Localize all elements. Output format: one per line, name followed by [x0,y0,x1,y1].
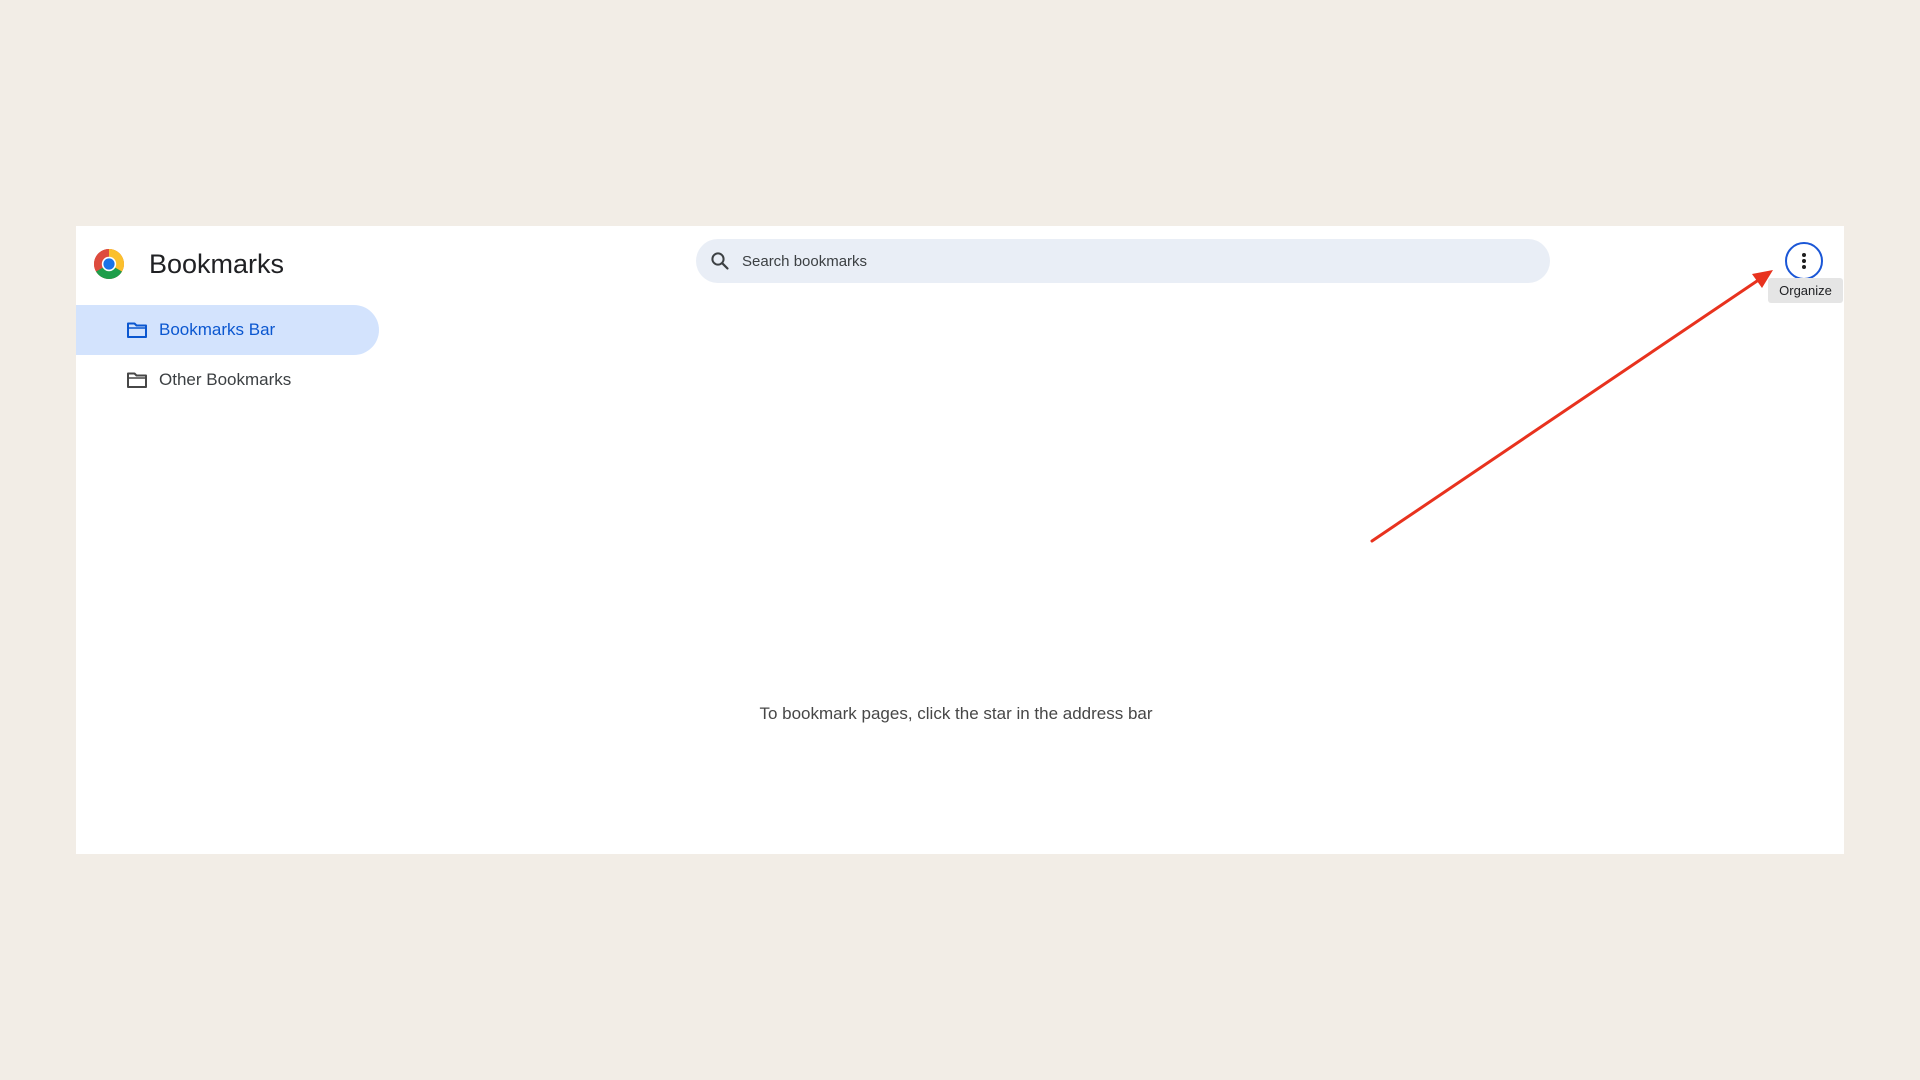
search-bar[interactable] [696,239,1550,283]
search-input[interactable] [740,251,1504,271]
folder-icon [127,372,147,388]
page-title: Bookmarks [149,249,285,279]
more-vertical-icon [1802,253,1806,269]
sidebar-item-bookmarks-bar[interactable]: Bookmarks Bar [76,305,379,355]
sidebar-item-label: Other Bookmarks [159,370,292,389]
bookmarks-window: Bookmarks Organize Bookmarks Bar [76,226,1844,854]
organize-tooltip: Organize [1768,278,1843,303]
folder-icon [127,322,147,338]
empty-state-message: To bookmark pages, click the star in the… [759,704,1153,723]
search-icon [711,252,729,270]
organize-menu-button[interactable] [1785,242,1823,280]
sidebar-item-label: Bookmarks Bar [159,320,276,339]
sidebar-item-other-bookmarks[interactable]: Other Bookmarks [76,355,379,405]
sidebar: Bookmarks Bar Other Bookmarks [76,305,379,405]
chrome-logo-icon [93,249,125,280]
